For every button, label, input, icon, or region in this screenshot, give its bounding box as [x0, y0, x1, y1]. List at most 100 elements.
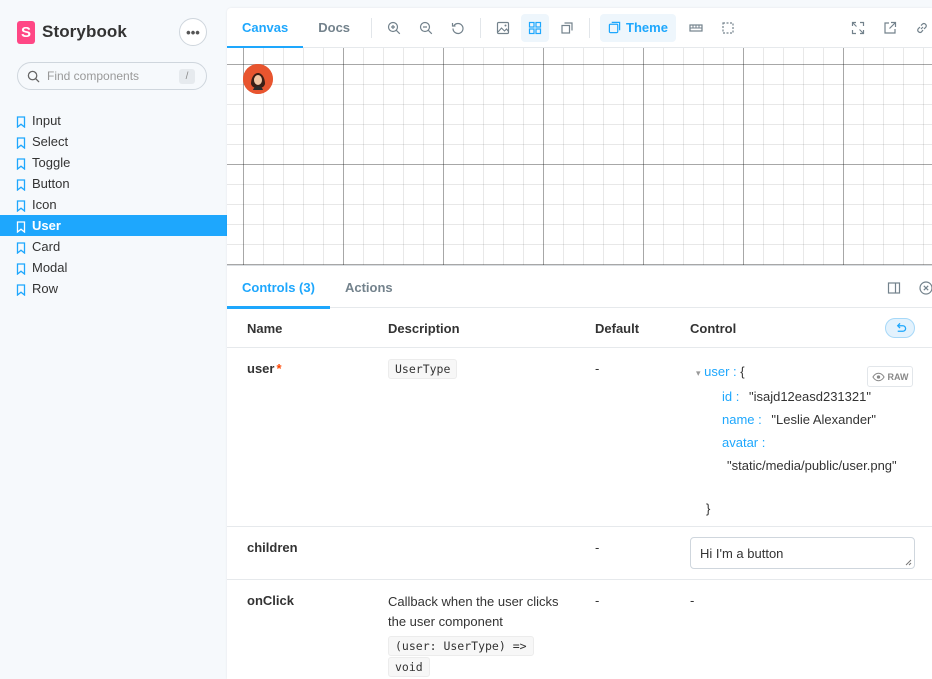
zoom-reset-icon — [451, 22, 464, 34]
toolbar-divider — [480, 17, 482, 38]
user-avatar-image[interactable] — [243, 64, 273, 94]
object-key[interactable]: user : — [704, 364, 737, 379]
sidebar-item-card[interactable]: Card — [0, 236, 227, 257]
prop-default: - — [595, 361, 600, 376]
grid-toggle-button[interactable] — [521, 13, 550, 42]
bookmark-icon — [16, 179, 26, 191]
sidebar-item-toggle[interactable]: Toggle — [0, 152, 227, 173]
eye-icon — [871, 372, 885, 381]
table-row-children: children - Hi I'm a button — [227, 527, 932, 580]
sidebar-item-label: Input — [32, 113, 61, 128]
fullscreen-icon — [851, 21, 865, 35]
table-row-onclick: onClick Callback when the user clicks th… — [227, 580, 932, 679]
field-value[interactable]: "isajd12easd231321" — [749, 389, 871, 404]
required-marker: * — [276, 361, 282, 376]
bookmark-icon — [16, 158, 26, 170]
prop-name: user * — [247, 361, 282, 376]
sidebar-item-label: Row — [32, 281, 59, 296]
controls-table: Name Description Default Control user * U… — [227, 308, 932, 679]
background-button[interactable] — [489, 14, 517, 42]
raw-toggle-button[interactable]: RAW — [867, 366, 913, 387]
zoom-out-button[interactable] — [412, 14, 440, 42]
collapse-caret-icon[interactable]: ▾ — [696, 368, 701, 378]
sidebar-layout-icon — [887, 282, 901, 294]
sidebar-item-label: Toggle — [32, 155, 71, 170]
addons-panel-header: Controls (3) Actions — [227, 268, 932, 309]
object-field-avatar: avatar : — [690, 431, 920, 454]
search-shortcut-hint: / — [179, 69, 195, 84]
preview-toolbar: Canvas Docs Theme — [227, 8, 932, 49]
theme-label: Theme — [626, 20, 668, 35]
zoom-out-icon — [419, 21, 433, 34]
sidebar-item-select[interactable]: Select — [0, 131, 227, 152]
prop-control: - — [690, 593, 695, 608]
column-header-control: Control — [690, 321, 737, 336]
sidebar-item-input[interactable]: Input — [0, 110, 227, 131]
prop-default: - — [595, 593, 600, 608]
tab-controls[interactable]: Controls (3) — [227, 268, 330, 309]
search-input[interactable] — [47, 69, 167, 83]
viewport-button[interactable] — [714, 14, 742, 42]
zoom-reset-button[interactable] — [444, 14, 472, 42]
prop-default: - — [595, 540, 600, 555]
children-text-input[interactable]: Hi I'm a button — [690, 537, 915, 569]
object-close-brace: } — [706, 501, 711, 516]
sidebar-item-label: Modal — [32, 260, 68, 275]
bookmark-icon — [16, 200, 26, 212]
theme-button[interactable]: Theme — [600, 13, 676, 42]
story-list: Input Select Toggle Button Icon User Car… — [0, 110, 227, 299]
field-key: name : — [722, 412, 762, 427]
table-header: Name Description Default Control — [227, 308, 932, 348]
copy-link-icon — [917, 23, 927, 33]
sidebar: S Storybook ••• / Input Select Toggle Bu… — [0, 0, 227, 679]
prop-type: UserType — [388, 359, 458, 379]
prop-name: children — [247, 540, 298, 555]
panel-orientation-button[interactable] — [886, 280, 902, 296]
zoom-in-button[interactable] — [380, 14, 408, 42]
close-circle-icon — [919, 281, 932, 295]
column-header-default: Default — [595, 321, 640, 336]
grid-icon — [528, 21, 542, 34]
fullscreen-button[interactable] — [844, 14, 872, 42]
object-field-name: name : "Leslie Alexander" — [690, 408, 920, 431]
main-panel: Canvas Docs Theme Controls (3) Actions N… — [227, 8, 932, 679]
outline-button[interactable] — [553, 14, 581, 42]
column-header-description: Description — [388, 321, 460, 336]
tab-docs[interactable]: Docs — [303, 8, 365, 48]
sidebar-item-label: Select — [32, 134, 69, 149]
viewport-icon — [722, 21, 734, 34]
copy-link-button[interactable] — [908, 14, 932, 42]
prop-description: Callback when the user clicks the user c… — [388, 592, 568, 677]
tab-canvas[interactable]: Canvas — [227, 8, 304, 49]
more-menu-button[interactable]: ••• — [179, 18, 207, 46]
sidebar-item-label: Card — [32, 239, 61, 254]
preview-canvas — [227, 48, 932, 266]
sidebar-item-button[interactable]: Button — [0, 173, 227, 194]
tab-actions[interactable]: Actions — [330, 268, 408, 308]
measure-button[interactable] — [682, 14, 710, 42]
bookmark-icon — [16, 116, 26, 128]
column-header-name: Name — [247, 321, 283, 336]
storybook-logo[interactable]: S Storybook — [17, 20, 127, 44]
sidebar-item-icon[interactable]: Icon — [0, 194, 227, 215]
reset-controls-button[interactable] — [885, 318, 915, 338]
background-icon — [496, 21, 510, 34]
object-field-id: id : "isajd12easd231321" — [690, 385, 920, 408]
search-box: / — [17, 62, 207, 90]
resize-grip-icon[interactable] — [904, 558, 912, 566]
panel-actions — [870, 280, 932, 296]
field-value[interactable]: "static/media/public/user.png" — [727, 458, 897, 473]
user-avatar-icon — [243, 64, 273, 94]
sidebar-item-modal[interactable]: Modal — [0, 257, 227, 278]
sidebar-item-label: Button — [32, 176, 70, 191]
close-panel-button[interactable] — [918, 280, 932, 296]
open-new-tab-button[interactable] — [876, 14, 904, 42]
sidebar-item-user[interactable]: User — [0, 215, 227, 236]
bookmark-icon — [16, 137, 26, 149]
sidebar-item-label: User — [32, 218, 61, 233]
field-value[interactable]: "Leslie Alexander" — [771, 412, 876, 427]
sidebar-item-row[interactable]: Row — [0, 278, 227, 299]
brand-name: Storybook — [42, 22, 127, 41]
prop-name: onClick — [247, 593, 294, 608]
outline-icon — [561, 21, 573, 34]
